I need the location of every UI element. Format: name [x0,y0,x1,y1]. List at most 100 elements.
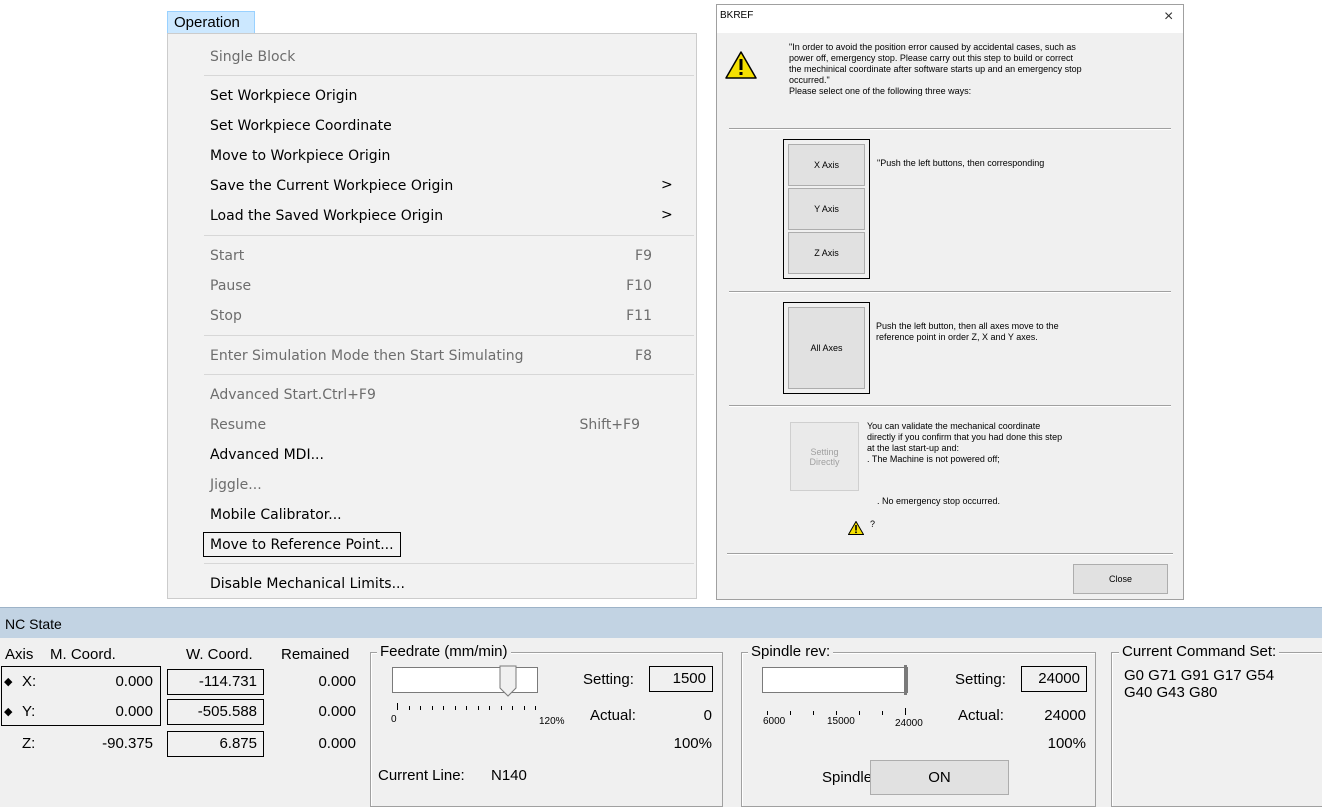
spindle-actual-value: 24000 [1044,707,1086,724]
menu-separator [204,235,694,236]
x-axis-button[interactable]: X Axis [788,144,865,186]
command-set-label: Current Command Set: [1119,643,1280,660]
close-icon[interactable]: × [1164,8,1173,26]
menu-item-move-to-reference-point[interactable]: Move to Reference Point... [168,530,696,560]
scale-tick [431,706,433,710]
menu-item-set-workpiece-origin[interactable]: Set Workpiece Origin [168,81,696,111]
menu-separator [204,563,694,564]
x-axis-label: X: [22,673,37,690]
spindle-slider-thumb[interactable] [904,665,907,695]
spindle-on-button[interactable]: ON [870,760,1009,795]
feedrate-scale-max: 120% [539,716,565,727]
menu-item-advanced-start: Advanced Start.Ctrl+F9 [210,387,376,403]
setting-directly-button: Setting Directly [790,422,859,491]
z-m-coord: -90.375 [102,735,153,752]
scale-tick [397,703,398,710]
y-axis-button[interactable]: Y Axis [788,188,865,230]
y-axis-marker-icon: ◆ [4,706,13,718]
nc-state-title: NC State [5,616,62,632]
scale-tick [905,708,906,715]
nc-state-panel: Axis M. Coord. W. Coord. Remained ◆ X: 0… [0,638,1322,807]
validate-text: You can validate the mechanical coordina… [867,421,1063,464]
feedrate-actual-value: 0 [703,707,712,724]
header-w-coord: W. Coord. [186,646,253,663]
menu-title-operation[interactable]: Operation [167,11,255,34]
menu-separator [204,75,694,76]
menu-separator [204,374,694,375]
scale-tick [836,711,837,715]
menu-item-save-workpiece-origin[interactable]: Save the Current Workpiece Origin > [168,171,696,201]
scale-tick [466,706,467,710]
dialog-title: BKREF [720,10,754,21]
menu-item-stop: Stop F11 [210,308,652,324]
y-w-coord: -505.588 [167,699,264,725]
feedrate-actual-label: Actual: [590,707,636,724]
scale-tick [859,711,860,715]
scale-tick [443,706,444,710]
menu-item-advanced-mdi[interactable]: Advanced MDI... [168,440,696,470]
header-axis: Axis [5,646,34,663]
menu-item-resume: Resume Shift+F9 [210,417,640,433]
x-w-coord: -114.731 [167,669,264,695]
menu-separator [204,335,694,336]
question-mark: ? [870,519,876,529]
menu-item-simulation: Enter Simulation Mode then Start Simulat… [210,348,652,364]
scale-tick [882,711,883,715]
scale-tick [790,711,791,715]
y-axis-label: Y: [22,703,36,720]
dialog-intro: "In order to avoid the position error ca… [789,42,1082,96]
spindle-slider[interactable] [762,667,908,693]
scale-tick [477,706,479,710]
command-set-line-2: G40 G43 G80 [1124,684,1218,701]
no-emergency-text: . No emergency stop occurred. [877,496,1001,506]
current-line-label: Current Line: [378,767,465,784]
scale-tick [813,711,814,715]
menu-item-single-block: Single Block [210,49,296,65]
z-w-coord: 6.875 [167,731,264,757]
spindle-setting-value: 24000 [1021,666,1087,692]
menu-item-load-workpiece-origin[interactable]: Load the Saved Workpiece Origin > [168,201,696,231]
divider [729,405,1171,407]
scale-tick [500,706,502,710]
feedrate-percent: 100% [673,735,712,752]
z-axis-button[interactable]: Z Axis [788,232,865,274]
axis-buttons-text: "Push the left buttons, then correspondi… [877,158,1045,168]
divider [729,128,1171,130]
menu-item-jiggle: Jiggle... [210,477,262,493]
menu-item-mobile-calibrator[interactable]: Mobile Calibrator... [168,500,696,530]
header-m-coord: M. Coord. [50,646,116,663]
nc-state-header: NC State [0,607,1322,638]
dialog-titlebar: BKREF × [717,5,1183,33]
scale-tick [767,711,768,715]
menu-item-disable-mechanical-limits[interactable]: Disable Mechanical Limits... [168,569,696,599]
x-m-coord: 0.000 [115,673,153,690]
x-remained: 0.000 [318,673,356,690]
select-instruction: Please select one of the following three… [789,86,972,96]
scale-tick [523,706,525,710]
feedrate-scale-min: 0 [391,714,397,725]
submenu-arrow-icon: > [661,207,673,223]
all-axes-text: Push the left button, then all axes move… [876,321,1059,342]
close-button[interactable]: Close [1073,564,1168,594]
spindle-percent: 100% [1047,735,1086,752]
x-axis-marker-icon: ◆ [4,676,13,688]
y-remained: 0.000 [318,703,356,720]
scale-tick [454,706,456,710]
command-set-line-1: G0 G71 G91 G17 G54 [1124,667,1275,684]
menu-item-move-to-workpiece-origin[interactable]: Move to Workpiece Origin [168,141,696,171]
scale-tick [408,706,410,710]
divider [729,291,1171,293]
bkref-dialog: BKREF × "In order to avoid the position … [716,4,1184,600]
all-axes-button[interactable]: All Axes [788,307,865,389]
spindle-scale-15000: 15000 [827,716,855,727]
y-m-coord: 0.000 [115,703,153,720]
feedrate-setting-label: Setting: [583,671,634,688]
menu-item-pause: Pause F10 [210,278,652,294]
scale-tick [420,706,421,710]
feedrate-label: Feedrate (mm/min) [377,643,511,660]
spindle-actual-label: Actual: [958,707,1004,724]
submenu-arrow-icon: > [661,177,673,193]
feedrate-slider-thumb[interactable] [498,664,520,698]
menu-item-set-workpiece-coordinate[interactable]: Set Workpiece Coordinate [168,111,696,141]
current-line-value: N140 [491,767,527,784]
